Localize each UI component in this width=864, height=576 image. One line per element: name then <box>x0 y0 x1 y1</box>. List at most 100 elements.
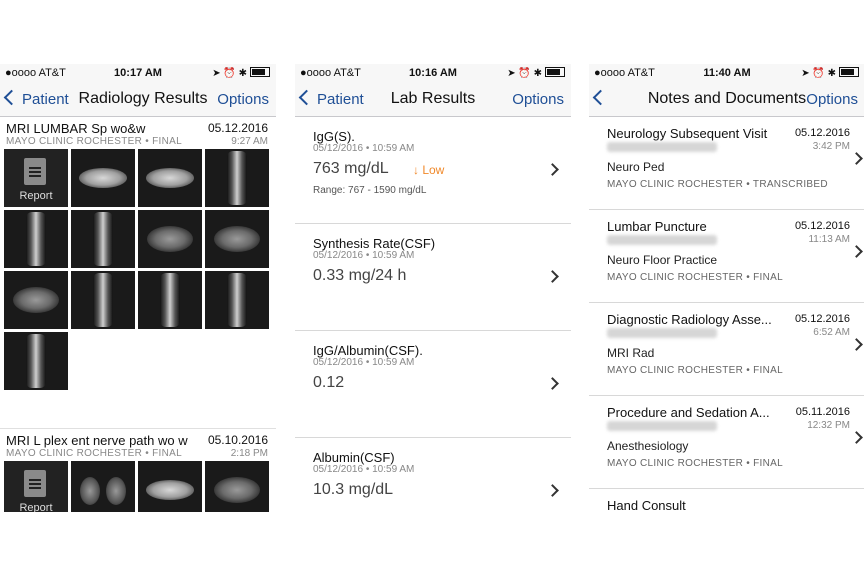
note-title: Neurology Subsequent Visit <box>607 126 768 141</box>
study-time: 2:18 PM <box>230 448 268 459</box>
image-thumbnail[interactable] <box>71 149 135 207</box>
redacted-author <box>607 235 717 245</box>
study-org: MAYO CLINIC ROCHESTER • FINAL <box>6 448 182 459</box>
note-department: Neuro Ped <box>607 160 665 174</box>
image-thumbnail[interactable] <box>205 461 269 512</box>
note-date: 05.12.2016 <box>794 313 850 325</box>
image-grid: Report <box>0 461 276 512</box>
chevron-right-icon <box>850 338 863 351</box>
note-time: 6:52 AM <box>813 327 850 338</box>
image-thumbnail[interactable] <box>4 210 68 268</box>
page-title: Radiology Results <box>78 90 208 107</box>
image-thumbnail[interactable] <box>138 149 202 207</box>
notes-screen: ●oooo AT&T 11:40 AM ➤ ⏰ ✱ Notes and Docu… <box>589 64 864 512</box>
note-department: MRI Rad <box>607 346 655 360</box>
lab-value: 10.3 mg/dL <box>313 481 394 498</box>
image-thumbnail[interactable] <box>205 210 269 268</box>
lab-row[interactable]: Albumin(CSF) 05/12/2016 • 10:59 AM 10.3 … <box>295 438 571 512</box>
study-date: 05.10.2016 <box>207 433 268 447</box>
low-flag: ↓ Low <box>413 163 445 177</box>
chevron-left-icon <box>3 89 20 106</box>
lab-value: 0.12 <box>313 374 345 391</box>
chevron-right-icon <box>546 484 559 497</box>
status-bar: ●oooo AT&T 11:40 AM ➤ ⏰ ✱ <box>589 64 864 82</box>
lab-row[interactable]: IgG/Albumin(CSF). 05/12/2016 • 10:59 AM … <box>295 331 571 438</box>
lab-row[interactable]: IgG(S). 05/12/2016 • 10:59 AM 763 mg/dL … <box>295 117 571 224</box>
note-title: Diagnostic Radiology Asse... <box>607 312 772 327</box>
note-row-partial[interactable]: Hand Consult <box>589 489 864 512</box>
note-title: Lumbar Puncture <box>607 219 707 234</box>
report-label: Report <box>19 502 53 512</box>
nav-bar: Patient Lab Results Options <box>295 82 571 117</box>
note-row[interactable]: Procedure and Sedation A... Anesthesiolo… <box>589 396 864 489</box>
image-thumbnail[interactable] <box>205 149 269 207</box>
chevron-right-icon <box>850 152 863 165</box>
note-row[interactable]: Neurology Subsequent Visit Neuro Ped MAY… <box>589 117 864 210</box>
chevron-right-icon <box>850 431 863 444</box>
lab-value: 0.33 mg/24 h <box>313 267 407 284</box>
options-button[interactable]: Options <box>512 91 564 108</box>
note-row[interactable]: Diagnostic Radiology Asse... MRI Rad MAY… <box>589 303 864 396</box>
lab-name: Synthesis Rate(CSF) <box>313 236 436 251</box>
note-title: Hand Consult <box>607 498 686 512</box>
chevron-right-icon <box>546 163 559 176</box>
study-org: MAYO CLINIC ROCHESTER • FINAL <box>6 136 182 147</box>
divider <box>0 390 276 429</box>
note-date: 05.12.2016 <box>794 127 850 139</box>
status-icons: ➤ ⏰ ✱ <box>801 67 859 79</box>
report-thumbnail[interactable]: Report <box>4 149 68 207</box>
image-thumbnail[interactable] <box>205 271 269 329</box>
lab-date: 05/12/2016 • 10:59 AM <box>313 464 415 475</box>
image-thumbnail[interactable] <box>138 271 202 329</box>
note-date: 05.11.2016 <box>795 406 850 418</box>
lab-date: 05/12/2016 • 10:59 AM <box>313 250 415 261</box>
lab-range: Range: 767 - 1590 mg/dL <box>313 185 427 196</box>
lab-name: IgG(S). <box>313 129 355 144</box>
document-icon <box>24 158 46 185</box>
battery-icon <box>250 67 270 77</box>
options-button[interactable]: Options <box>217 91 269 108</box>
note-department: Anesthesiology <box>607 439 689 453</box>
image-grid: Report <box>0 149 276 390</box>
image-thumbnail[interactable] <box>71 271 135 329</box>
image-thumbnail[interactable] <box>138 210 202 268</box>
radiology-screen: ●oooo AT&T 10:17 AM ➤ ⏰ ✱ Patient Radiol… <box>0 64 276 512</box>
study-header[interactable]: MRI LUMBAR Sp wo&w MAYO CLINIC ROCHESTER… <box>0 117 276 149</box>
study-header[interactable]: MRI L plex ent nerve path wo w MAYO CLIN… <box>0 429 276 461</box>
status-bar: ●oooo AT&T 10:16 AM ➤ ⏰ ✱ <box>295 64 571 82</box>
image-thumbnail[interactable] <box>71 461 135 512</box>
report-thumbnail[interactable]: Report <box>4 461 68 512</box>
image-thumbnail[interactable] <box>138 461 202 512</box>
note-date: 05.12.2016 <box>794 220 850 232</box>
note-row[interactable]: Lumbar Puncture Neuro Floor Practice MAY… <box>589 210 864 303</box>
lab-row[interactable]: Synthesis Rate(CSF) 05/12/2016 • 10:59 A… <box>295 224 571 331</box>
note-org: MAYO CLINIC ROCHESTER • FINAL <box>607 272 783 283</box>
image-thumbnail[interactable] <box>4 271 68 329</box>
lab-date: 05/12/2016 • 10:59 AM <box>313 357 415 368</box>
chevron-right-icon <box>546 270 559 283</box>
study-time: 9:27 AM <box>231 136 268 147</box>
back-label: Patient <box>22 91 69 108</box>
study-date: 05.12.2016 <box>207 121 268 135</box>
note-org: MAYO CLINIC ROCHESTER • FINAL <box>607 365 783 376</box>
note-time: 11:13 AM <box>808 234 850 245</box>
status-icons: ➤ ⏰ ✱ <box>212 67 270 79</box>
image-thumbnail[interactable] <box>71 210 135 268</box>
chevron-right-icon <box>850 245 863 258</box>
lab-date: 05/12/2016 • 10:59 AM <box>313 143 415 154</box>
notes-list: Neurology Subsequent Visit Neuro Ped MAY… <box>589 117 864 512</box>
lab-value: 763 mg/dL <box>313 160 389 177</box>
document-icon <box>24 470 46 497</box>
image-thumbnail[interactable] <box>4 332 68 390</box>
report-label: Report <box>19 190 53 202</box>
study-title: MRI L plex ent nerve path wo w <box>6 433 188 448</box>
lab-name: IgG/Albumin(CSF). <box>313 343 423 358</box>
nav-bar: Notes and Documents Options <box>589 82 864 117</box>
status-bar: ●oooo AT&T 10:17 AM ➤ ⏰ ✱ <box>0 64 276 82</box>
lab-name: Albumin(CSF) <box>313 450 395 465</box>
radiology-list: MRI LUMBAR Sp wo&w MAYO CLINIC ROCHESTER… <box>0 117 276 512</box>
back-button[interactable]: Patient <box>3 89 69 108</box>
note-org: MAYO CLINIC ROCHESTER • TRANSCRIBED <box>607 179 828 190</box>
options-button[interactable]: Options <box>806 91 858 108</box>
note-department: Neuro Floor Practice <box>607 253 718 267</box>
